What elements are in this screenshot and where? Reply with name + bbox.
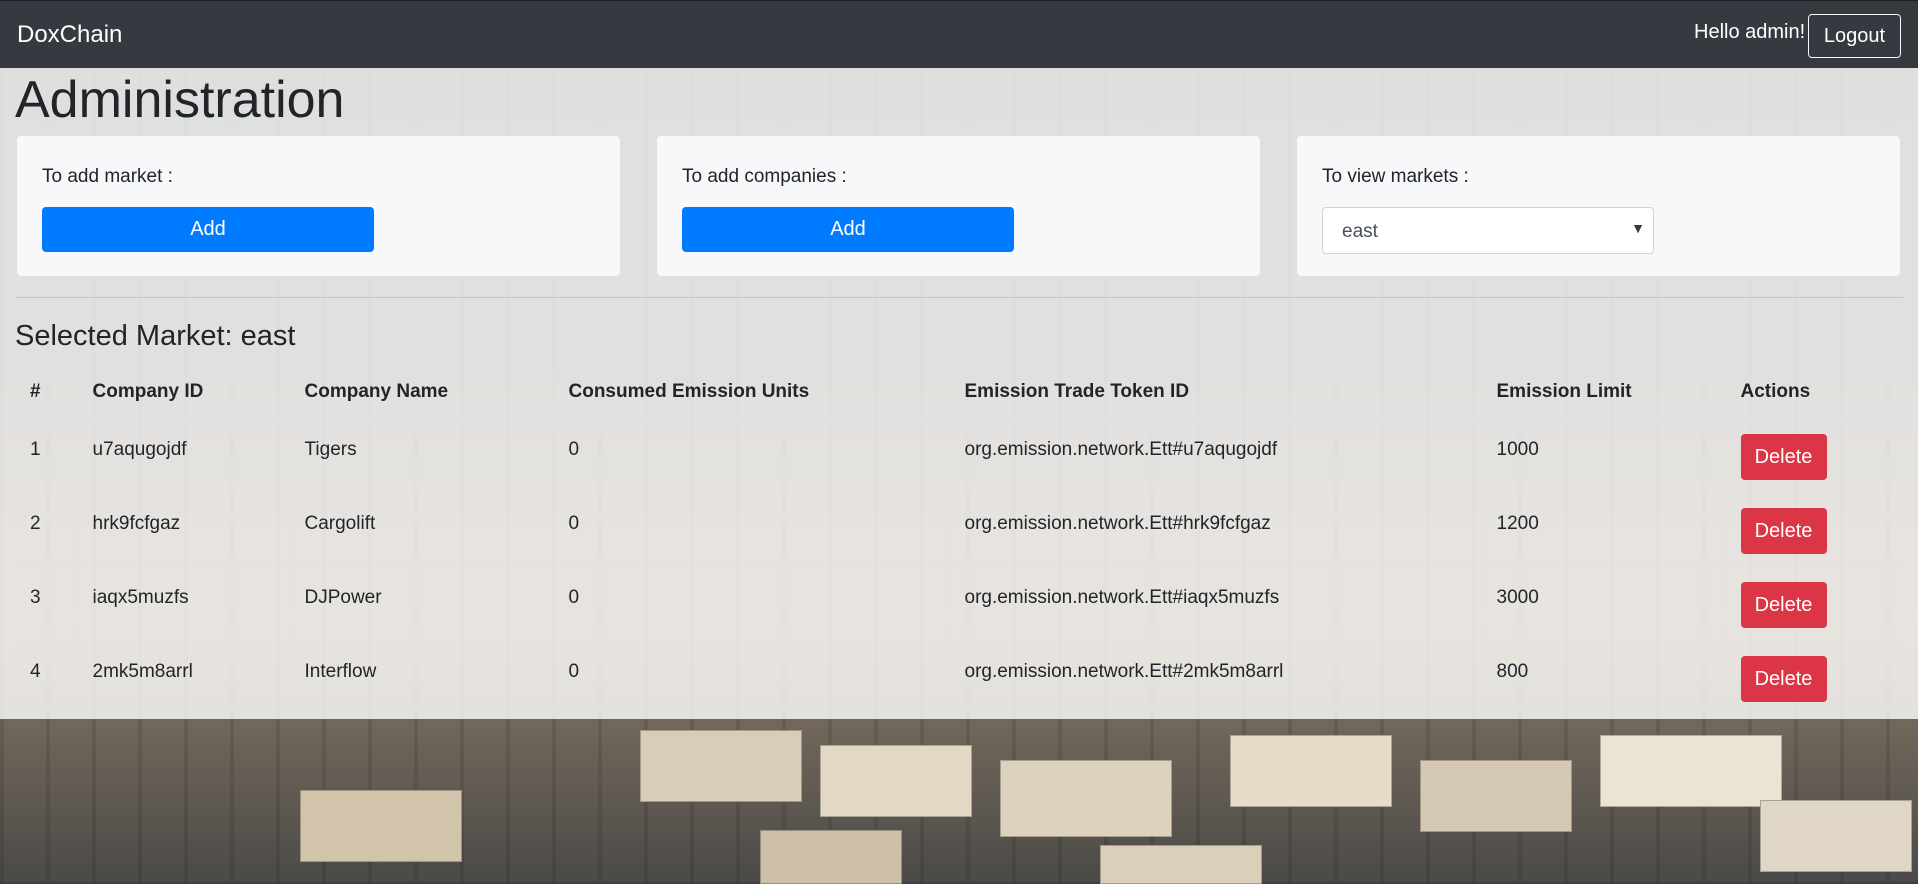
company-name-cell: Cargolift [289, 493, 554, 568]
emission-limit-cell: 3000 [1481, 567, 1726, 642]
market-select[interactable]: east ▼ [1322, 207, 1654, 254]
add-companies-label: To add companies : [682, 166, 847, 187]
add-market-button[interactable]: Add [42, 207, 374, 252]
column-header-emission-limit: Emission Limit [1481, 366, 1726, 420]
emission-limit-cell: 1200 [1481, 493, 1726, 568]
delete-button[interactable]: Delete [1740, 581, 1827, 628]
token-id-cell: org.emission.network.Ett#u7aqugojdf [949, 418, 1482, 494]
delete-button[interactable]: Delete [1740, 433, 1827, 480]
column-header-actions: Actions [1725, 366, 1903, 420]
company-name-cell: Tigers [289, 418, 554, 494]
add-companies-card: To add companies : Add [657, 136, 1260, 276]
company-id-cell: hrk9fcfgaz [77, 493, 290, 568]
delete-button[interactable]: Delete [1740, 507, 1827, 554]
consumed-units-cell: 0 [553, 641, 950, 715]
actions-cell: Delete [1725, 567, 1903, 642]
logout-button[interactable]: Logout [1808, 14, 1901, 58]
row-number: 3 [15, 567, 78, 642]
table-row: 1 u7aqugojdf Tigers 0 org.emission.netwo… [15, 418, 1903, 494]
column-header-company-id: Company ID [77, 366, 290, 420]
table-row: 2 hrk9fcfgaz Cargolift 0 org.emission.ne… [15, 493, 1903, 568]
chevron-down-icon: ▼ [1631, 220, 1645, 236]
page-title: Administration [15, 71, 345, 129]
table-row: 4 2mk5m8arrl Interflow 0 org.emission.ne… [15, 641, 1903, 715]
consumed-units-cell: 0 [553, 418, 950, 494]
consumed-units-cell: 0 [553, 493, 950, 568]
actions-cell: Delete [1725, 493, 1903, 568]
actions-cell: Delete [1725, 641, 1903, 715]
navbar: DoxChain Hello admin! Logout [0, 0, 1918, 68]
column-header-number: # [15, 366, 78, 420]
delete-button[interactable]: Delete [1740, 655, 1827, 702]
table-header-row: # Company ID Company Name Consumed Emiss… [15, 366, 1903, 420]
add-companies-button[interactable]: Add [682, 207, 1014, 252]
token-id-cell: org.emission.network.Ett#iaqx5muzfs [949, 567, 1482, 642]
token-id-cell: org.emission.network.Ett#hrk9fcfgaz [949, 493, 1482, 568]
brand-logo[interactable]: DoxChain [17, 21, 122, 49]
token-id-cell: org.emission.network.Ett#2mk5m8arrl [949, 641, 1482, 715]
row-number: 1 [15, 418, 78, 494]
user-greeting: Hello admin! [1694, 21, 1806, 43]
company-id-cell: u7aqugojdf [77, 418, 290, 494]
companies-table: # Company ID Company Name Consumed Emiss… [15, 366, 1903, 715]
row-number: 2 [15, 493, 78, 568]
company-name-cell: DJPower [289, 567, 554, 642]
table-row: 3 iaqx5muzfs DJPower 0 org.emission.netw… [15, 567, 1903, 642]
company-id-cell: 2mk5m8arrl [77, 641, 290, 715]
view-markets-card: To view markets : east ▼ [1297, 136, 1900, 276]
column-header-token-id: Emission Trade Token ID [949, 366, 1482, 420]
add-market-card: To add market : Add [17, 136, 620, 276]
emission-limit-cell: 800 [1481, 641, 1726, 715]
add-market-label: To add market : [42, 166, 173, 187]
column-header-company-name: Company Name [289, 366, 554, 420]
company-name-cell: Interflow [289, 641, 554, 715]
view-markets-label: To view markets : [1322, 166, 1469, 187]
selected-market-heading: Selected Market: east [15, 320, 296, 352]
emission-limit-cell: 1000 [1481, 418, 1726, 494]
divider [15, 297, 1903, 298]
row-number: 4 [15, 641, 78, 715]
consumed-units-cell: 0 [553, 567, 950, 642]
market-select-value: east [1342, 221, 1378, 242]
column-header-consumed-units: Consumed Emission Units [553, 366, 950, 420]
company-id-cell: iaqx5muzfs [77, 567, 290, 642]
actions-cell: Delete [1725, 418, 1903, 494]
